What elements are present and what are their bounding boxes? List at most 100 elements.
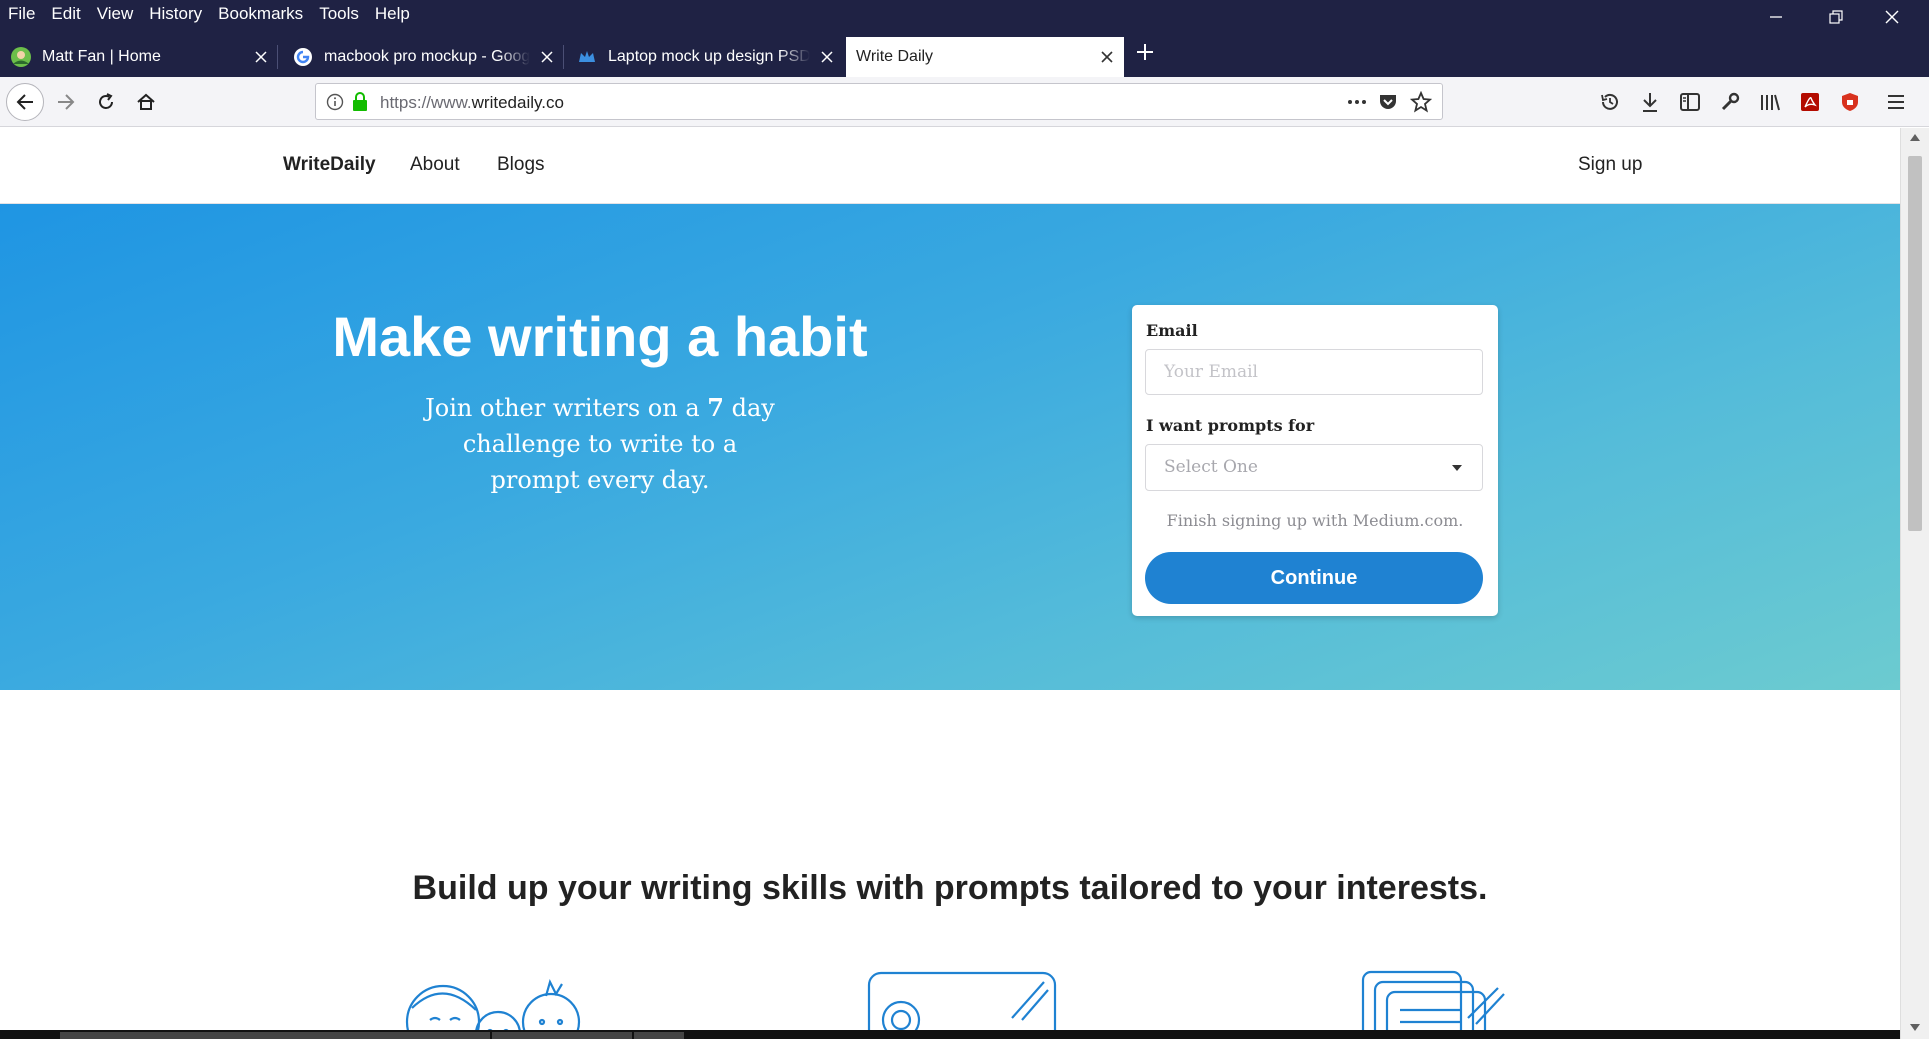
library-button[interactable] xyxy=(1751,83,1789,121)
address-bar[interactable]: https://www.writedaily.co xyxy=(315,83,1443,120)
email-label: Email xyxy=(1146,321,1198,340)
interests-heading: Build up your writing skills with prompt… xyxy=(0,869,1900,908)
tab-close-button[interactable] xyxy=(244,50,278,64)
crown-favicon-icon xyxy=(576,46,598,68)
select-value: Select One xyxy=(1164,457,1258,477)
hero-subtitle: Join other writers on a 7 day challenge … xyxy=(420,390,780,498)
taskbar-item[interactable] xyxy=(634,1032,684,1039)
minimize-icon xyxy=(1769,16,1782,18)
email-input[interactable] xyxy=(1146,350,1482,394)
envelope-illustration-icon xyxy=(867,971,1057,1039)
hero-section: Make writing a habit Join other writers … xyxy=(0,204,1900,690)
menu-history[interactable]: History xyxy=(141,4,210,24)
prompts-select[interactable]: Select One xyxy=(1145,444,1483,491)
shield-extension-button[interactable] xyxy=(1831,83,1869,121)
medium-signup-note: Finish signing up with Medium.com. xyxy=(1166,511,1464,530)
back-arrow-icon xyxy=(16,94,33,110)
menu-tools[interactable]: Tools xyxy=(311,4,367,24)
restore-icon xyxy=(1828,10,1843,24)
google-favicon-icon xyxy=(292,46,314,68)
page-actions-icon[interactable] xyxy=(1346,94,1368,110)
downloads-button[interactable] xyxy=(1631,83,1669,121)
close-icon xyxy=(821,51,833,63)
download-icon xyxy=(1643,93,1657,112)
nav-link-about[interactable]: About xyxy=(410,154,460,176)
sidebar-icon xyxy=(1680,93,1700,111)
signup-link[interactable]: Sign up xyxy=(1578,154,1642,176)
site-header: WriteDaily About Blogs Sign up xyxy=(0,128,1900,204)
family-illustration-icon xyxy=(378,978,616,1039)
acrobat-extension-button[interactable] xyxy=(1791,83,1829,121)
continue-button[interactable]: Continue xyxy=(1145,552,1483,604)
main-menu-button[interactable] xyxy=(1877,83,1915,121)
forward-button[interactable] xyxy=(47,83,85,121)
sidebar-button[interactable] xyxy=(1671,83,1709,121)
developer-tools-button[interactable] xyxy=(1711,83,1749,121)
taskbar-strip xyxy=(0,1030,1900,1039)
hero-title: Make writing a habit xyxy=(332,305,868,368)
info-icon[interactable] xyxy=(326,93,344,111)
hamburger-menu-icon xyxy=(1888,95,1904,109)
url-domain: writedaily.co xyxy=(471,93,564,112)
pocket-icon[interactable] xyxy=(1378,92,1398,112)
wrench-icon xyxy=(1721,92,1740,111)
acrobat-icon xyxy=(1801,93,1819,111)
bookmark-star-icon[interactable] xyxy=(1410,91,1432,113)
tab-matt-fan[interactable]: Matt Fan | Home xyxy=(0,37,278,77)
email-field[interactable] xyxy=(1145,349,1483,395)
tab-label: macbook pro mockup - Google xyxy=(324,48,530,65)
menu-bookmarks[interactable]: Bookmarks xyxy=(210,4,311,24)
interests-heading-highlight: your interests. xyxy=(1253,869,1488,907)
history-button[interactable] xyxy=(1591,83,1629,121)
brand-logo-link[interactable]: WriteDaily xyxy=(283,154,376,176)
library-icon xyxy=(1761,94,1780,111)
tab-laptop-mockup[interactable]: Laptop mock up design PSD file xyxy=(566,37,844,77)
web-page: WriteDaily About Blogs Sign up Make writ… xyxy=(0,128,1900,1039)
menu-help[interactable]: Help xyxy=(367,4,418,24)
vertical-scrollbar[interactable] xyxy=(1900,128,1929,1039)
menu-edit[interactable]: Edit xyxy=(43,4,88,24)
interests-heading-text: Build up your writing skills with prompt… xyxy=(412,869,1254,907)
documents-illustration-icon xyxy=(1361,970,1505,1039)
prompts-label: I want prompts for xyxy=(1146,416,1315,435)
tab-label: Laptop mock up design PSD file xyxy=(608,48,810,65)
tab-google-search[interactable]: macbook pro mockup - Google xyxy=(282,37,564,77)
tab-close-button[interactable] xyxy=(1090,50,1124,64)
menu-file[interactable]: File xyxy=(0,4,43,24)
hero-subtitle-highlight: 7 xyxy=(707,393,724,422)
tab-label: Matt Fan | Home xyxy=(42,48,161,65)
signup-form-card: Email I want prompts for Select One Fini… xyxy=(1132,305,1498,616)
close-icon xyxy=(1101,51,1113,63)
history-icon xyxy=(1601,93,1618,110)
scroll-up-arrow-icon[interactable] xyxy=(1910,134,1920,141)
browser-window: File Edit View History Bookmarks Tools H… xyxy=(0,0,1929,1039)
lock-icon[interactable] xyxy=(352,92,368,112)
nav-link-blogs[interactable]: Blogs xyxy=(497,154,545,176)
hero-subtitle-text: Join other writers on a xyxy=(425,394,708,422)
navigation-toolbar: https://www.writedaily.co xyxy=(0,77,1929,127)
menu-bar: File Edit View History Bookmarks Tools H… xyxy=(0,0,1929,27)
home-icon xyxy=(137,93,155,110)
tab-close-button[interactable] xyxy=(810,50,844,64)
avatar-favicon-icon xyxy=(10,46,32,68)
close-icon xyxy=(1885,10,1898,24)
new-tab-button[interactable] xyxy=(1130,37,1160,67)
scrollbar-thumb[interactable] xyxy=(1908,156,1922,531)
menu-view[interactable]: View xyxy=(89,4,142,24)
tab-strip: Matt Fan | Home macbook pro mockup - Goo… xyxy=(0,27,1929,77)
close-icon xyxy=(541,51,553,63)
shield-icon xyxy=(1842,93,1858,111)
home-button[interactable] xyxy=(127,83,165,121)
close-icon xyxy=(255,51,267,63)
reload-button[interactable] xyxy=(87,83,125,121)
tab-write-daily[interactable]: Write Daily xyxy=(846,37,1124,77)
taskbar-item[interactable] xyxy=(492,1032,632,1039)
back-button[interactable] xyxy=(6,83,44,121)
caret-down-icon xyxy=(1452,465,1462,471)
taskbar-item[interactable] xyxy=(60,1032,490,1039)
tab-label: Write Daily xyxy=(856,48,934,65)
forward-arrow-icon xyxy=(58,94,75,110)
url-text[interactable]: https://www.writedaily.co xyxy=(380,93,564,113)
tab-close-button[interactable] xyxy=(530,50,564,64)
scroll-down-arrow-icon[interactable] xyxy=(1910,1024,1920,1031)
